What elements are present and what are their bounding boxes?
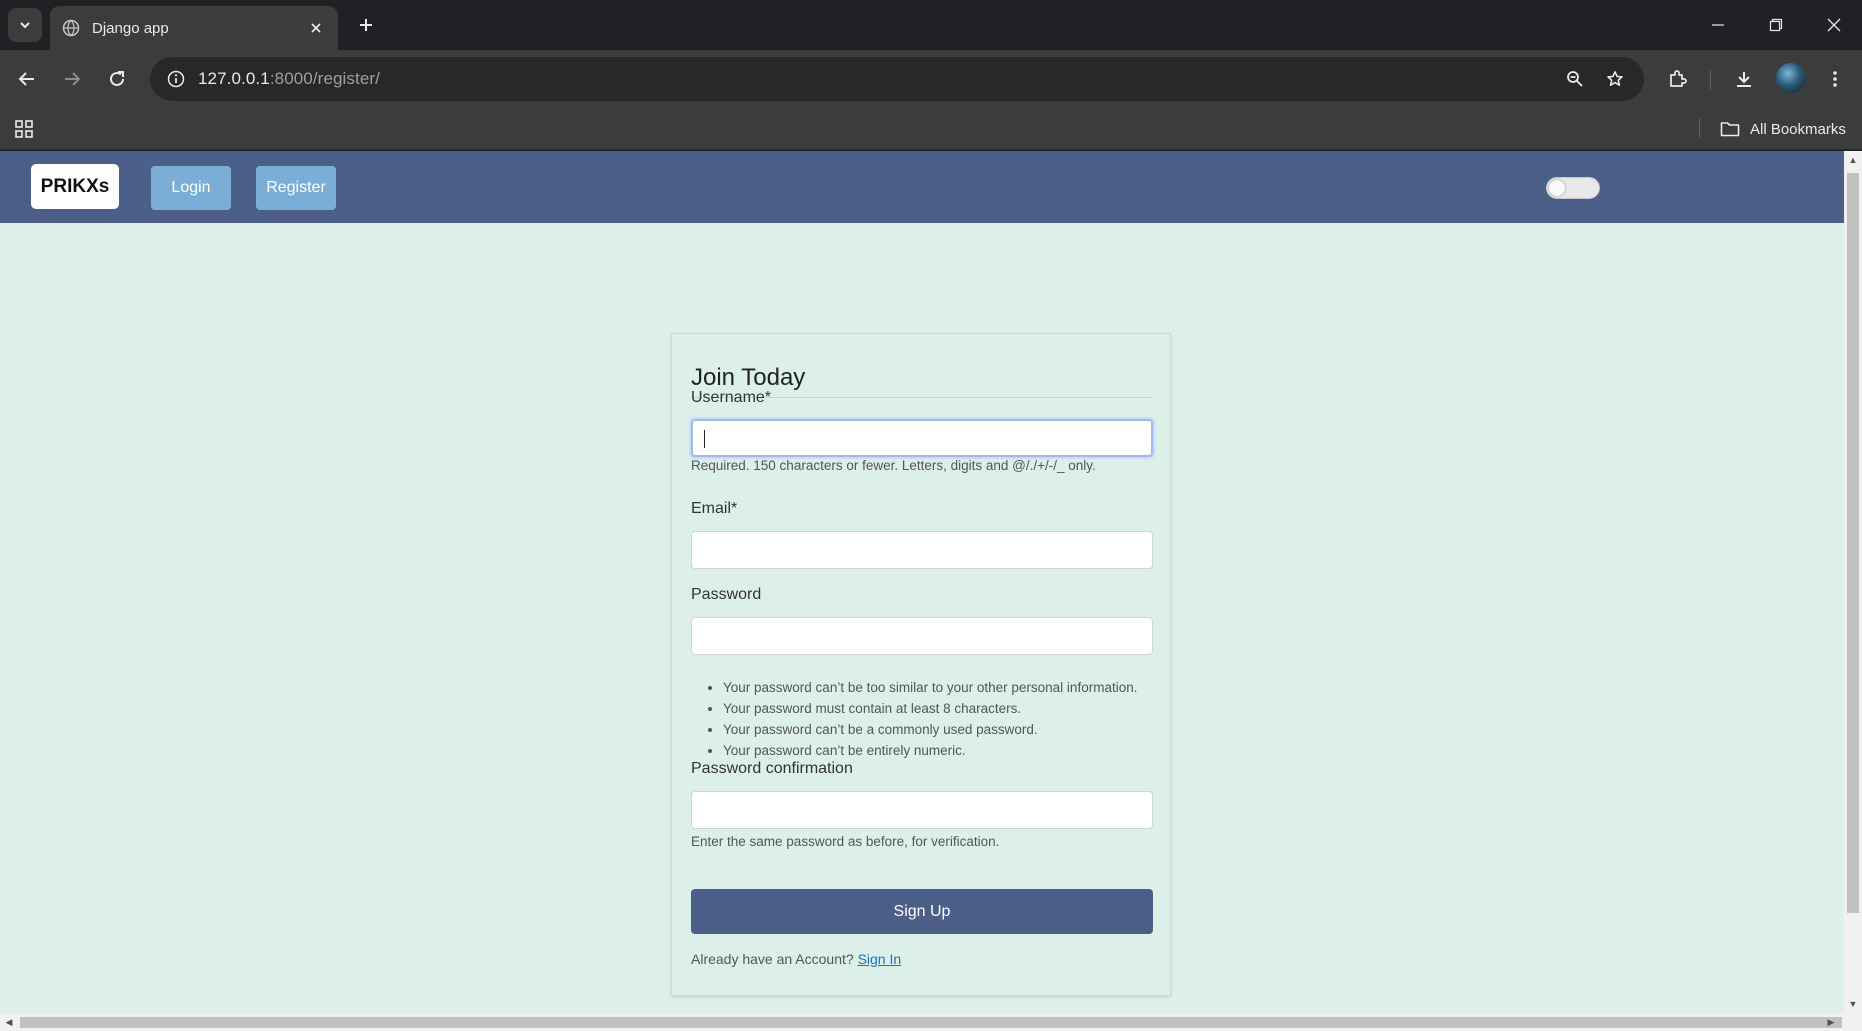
zoom-icon[interactable]: [1555, 57, 1595, 101]
restore-window-button[interactable]: [1748, 0, 1804, 50]
tab-strip: Django app: [0, 0, 1862, 50]
scroll-left-arrow-icon[interactable]: ◀: [4, 1017, 14, 1028]
all-bookmarks-button[interactable]: All Bookmarks: [1720, 108, 1846, 150]
close-icon: [1827, 18, 1841, 32]
site-info-icon[interactable]: [154, 57, 198, 101]
tab-title: Django app: [92, 19, 169, 37]
text-caret: [704, 430, 705, 448]
url-path: :8000/register/: [269, 69, 380, 88]
scroll-down-arrow-icon[interactable]: ▼: [1848, 999, 1858, 1009]
reload-button[interactable]: [100, 62, 134, 96]
arrow-right-icon: [65, 72, 81, 86]
username-help-text: Required. 150 characters or fewer. Lette…: [691, 458, 1096, 473]
all-bookmarks-label: All Bookmarks: [1750, 120, 1846, 138]
password-rules-list: Your password can’t be too similar to yo…: [723, 677, 1137, 761]
register-card: Join Today Username* Required. 150 chara…: [671, 333, 1171, 996]
sign-up-button[interactable]: Sign Up: [691, 889, 1153, 934]
email-field[interactable]: [691, 531, 1153, 569]
folder-icon: [1720, 122, 1740, 137]
arrow-left-icon: [18, 72, 34, 86]
sign-in-link[interactable]: Sign In: [858, 951, 902, 967]
password-rule: Your password can’t be entirely numeric.: [723, 740, 1137, 761]
forward-button[interactable]: [55, 62, 89, 96]
close-tab-icon[interactable]: [306, 18, 326, 38]
browser-toolbar: 127.0.0.1:8000/register/: [0, 50, 1862, 108]
password-confirmation-field[interactable]: [691, 791, 1153, 829]
globe-icon: [62, 19, 80, 37]
horizontal-scrollbar[interactable]: ◀ ▶: [0, 1014, 1862, 1031]
scroll-right-arrow-icon[interactable]: ▶: [1826, 1017, 1836, 1028]
bookmark-star-icon[interactable]: [1595, 57, 1635, 101]
minimize-window-button[interactable]: [1690, 0, 1746, 50]
username-field[interactable]: [691, 419, 1153, 457]
bookmarks-bar: All Bookmarks: [0, 108, 1862, 150]
url-text: 127.0.0.1:8000/register/: [198, 69, 380, 89]
toggle-knob: [1549, 180, 1565, 196]
more-menu-icon[interactable]: [1818, 62, 1852, 96]
login-nav-button[interactable]: Login: [151, 166, 231, 210]
scroll-up-arrow-icon[interactable]: ▲: [1848, 155, 1858, 165]
email-label: Email*: [691, 500, 738, 517]
password-confirmation-label: Password confirmation: [691, 760, 853, 777]
apps-grid-icon[interactable]: [12, 117, 36, 141]
already-have-account: Already have an Account? Sign In: [691, 951, 901, 967]
register-nav-button[interactable]: Register: [256, 166, 336, 210]
chevron-down-icon: [20, 22, 30, 29]
password-field[interactable]: [691, 617, 1153, 655]
minimize-icon: [1712, 24, 1724, 26]
extensions-icon[interactable]: [1660, 62, 1694, 96]
vertical-scroll-thumb[interactable]: [1847, 173, 1859, 913]
url-host: 127.0.0.1: [198, 69, 270, 88]
back-button[interactable]: [10, 62, 44, 96]
vertical-scrollbar[interactable]: ▲ ▼: [1844, 151, 1862, 1014]
password-rule: Your password can’t be too similar to yo…: [723, 677, 1137, 698]
profile-avatar[interactable]: [1776, 63, 1806, 93]
plus-icon: [360, 19, 372, 31]
toolbar-divider: [1710, 70, 1711, 90]
password-label: Password: [691, 586, 762, 603]
site-navbar: PRIKXs Login Register: [0, 151, 1844, 223]
tab-search-button[interactable]: [8, 8, 42, 42]
bookmarks-divider: [1699, 118, 1700, 138]
page-viewport: PRIKXs Login Register Join Today Usernam…: [0, 151, 1844, 1014]
theme-toggle[interactable]: [1546, 177, 1600, 199]
brand-logo[interactable]: PRIKXs: [31, 164, 119, 209]
reload-icon: [110, 71, 124, 86]
address-bar[interactable]: 127.0.0.1:8000/register/: [150, 57, 1644, 101]
close-window-button[interactable]: [1806, 0, 1862, 50]
horizontal-scroll-thumb[interactable]: [20, 1017, 1842, 1028]
restore-icon: [1769, 18, 1783, 32]
form-title: Join Today: [691, 364, 806, 391]
password-confirmation-help-text: Enter the same password as before, for v…: [691, 834, 1000, 849]
already-text: Already have an Account?: [691, 951, 854, 967]
password-rule: Your password must contain at least 8 ch…: [723, 698, 1137, 719]
password-rule: Your password can’t be a commonly used p…: [723, 719, 1137, 740]
download-icon[interactable]: [1727, 62, 1761, 96]
browser-tab[interactable]: Django app: [50, 6, 338, 50]
username-label: Username*: [691, 389, 772, 406]
new-tab-button[interactable]: [352, 11, 380, 39]
